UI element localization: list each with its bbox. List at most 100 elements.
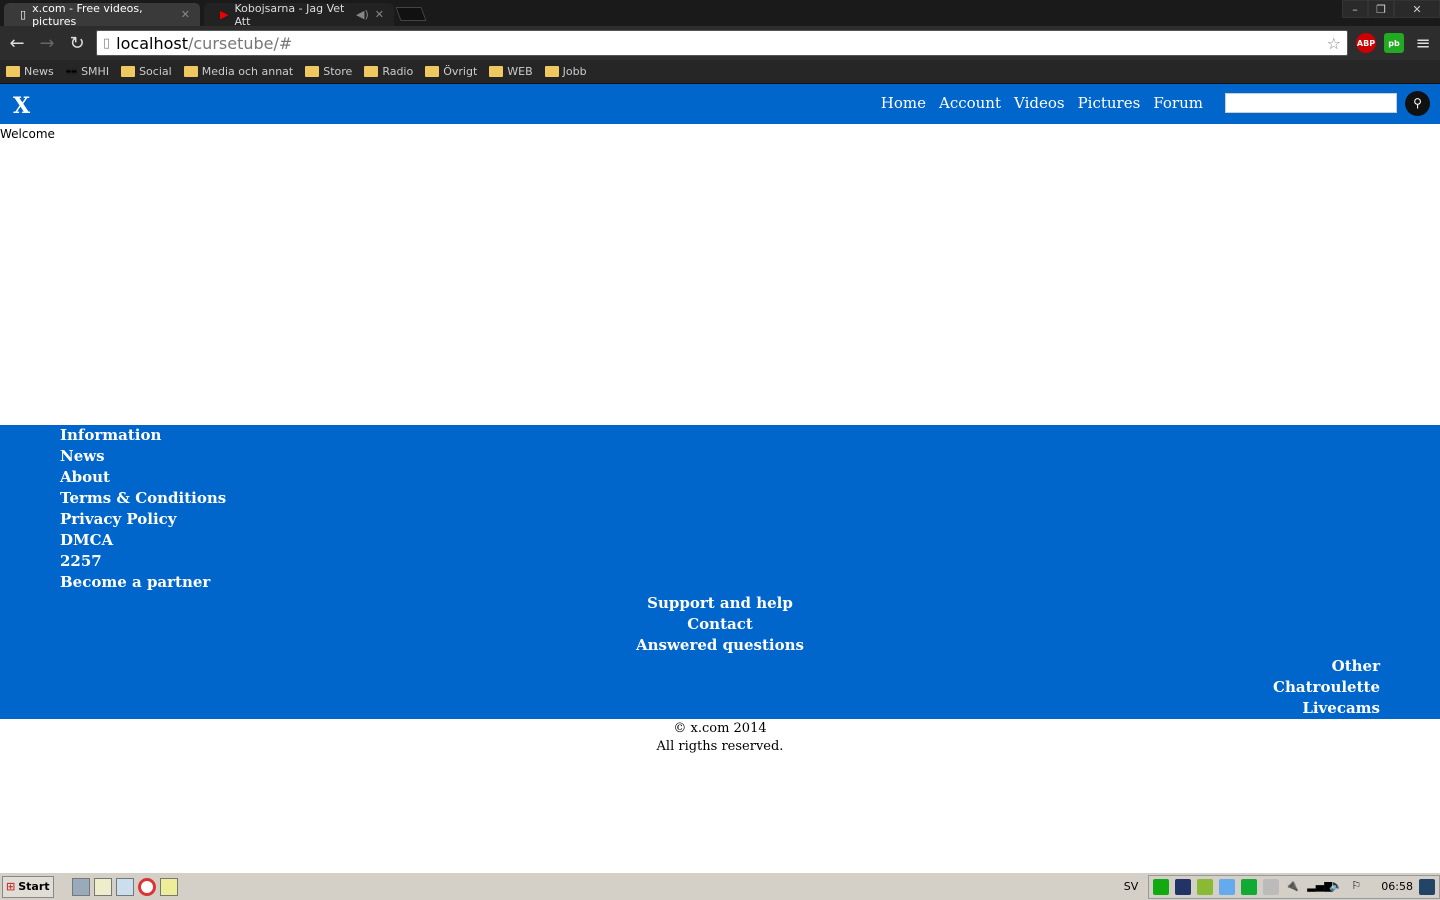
bookmark-radio[interactable]: Radio: [364, 65, 413, 78]
bookmark-label: Media och annat: [201, 65, 294, 78]
site-logo[interactable]: X: [13, 93, 30, 119]
footer-link-contact[interactable]: Contact: [0, 614, 1440, 635]
page-icon: ▯: [103, 35, 111, 51]
star-icon[interactable]: ☆: [1327, 34, 1341, 53]
footer-link-news[interactable]: News: [60, 446, 226, 467]
pb-extension-icon[interactable]: pb: [1384, 33, 1404, 53]
utorrent-icon[interactable]: [1153, 878, 1170, 895]
folder-icon: [6, 66, 20, 77]
close-tab-icon[interactable]: ✕: [375, 8, 384, 21]
bookmark-label: Jobb: [562, 65, 587, 78]
bookmark-social[interactable]: Social: [121, 65, 172, 78]
welcome-text: Welcome: [0, 127, 55, 141]
forward-button[interactable]: →: [36, 33, 58, 54]
footer-link-dmca[interactable]: DMCA: [60, 530, 226, 551]
audio-icon: ◀): [356, 8, 369, 21]
search-icon: ⚲: [1413, 96, 1422, 110]
close-tab-icon[interactable]: ✕: [181, 8, 190, 21]
search-button[interactable]: ⚲: [1405, 91, 1430, 116]
nav-account[interactable]: Account: [939, 94, 1001, 112]
folder-icon: [544, 66, 559, 77]
start-button[interactable]: ⊞ Start: [2, 875, 54, 898]
tab-title: x.com - Free videos, pictures: [32, 1, 143, 28]
bookmark-ovrigt[interactable]: Övrigt: [425, 65, 477, 78]
address-bar[interactable]: ▯ localhost/cursetube/# ☆: [96, 30, 1348, 56]
restore-button[interactable]: ❐: [1368, 0, 1394, 18]
bookmark-label: Radio: [382, 65, 414, 78]
check-icon[interactable]: [1263, 878, 1280, 895]
clock[interactable]: 06:58: [1381, 880, 1413, 893]
youtube-icon: ▶: [220, 8, 229, 21]
volume-icon[interactable]: 🔈: [1329, 879, 1345, 895]
footer-other: Other Chatroulette Livecams: [1273, 656, 1380, 719]
bookmark-jobb[interactable]: Jobb: [544, 65, 587, 78]
footer-link-about[interactable]: About: [60, 467, 226, 488]
copyright-text: © x.com 2014: [673, 721, 767, 736]
security-icon[interactable]: [1197, 878, 1214, 895]
reload-button[interactable]: ↻: [66, 33, 88, 54]
bookmark-smhi[interactable]: ▬▬ SMHI: [65, 65, 110, 78]
minimize-button[interactable]: –: [1342, 0, 1368, 18]
close-window-button[interactable]: ✕: [1394, 0, 1440, 18]
bookmark-label: News: [24, 65, 54, 78]
editor-icon[interactable]: [160, 877, 178, 896]
network-icon[interactable]: ▂▄▆: [1307, 879, 1332, 895]
monitor-icon[interactable]: [1175, 878, 1192, 895]
bookmark-news[interactable]: News: [6, 65, 54, 78]
folder-icon: [121, 66, 136, 77]
folder-icon: [305, 66, 320, 77]
bookmark-media[interactable]: Media och annat: [183, 65, 294, 78]
nav-pictures[interactable]: Pictures: [1078, 94, 1141, 112]
browser-tab[interactable]: ▶ Kobojsarna - Jag Vet Att ◀) ✕: [204, 1, 394, 28]
explorer-icon[interactable]: [94, 877, 112, 896]
nav-videos[interactable]: Videos: [1014, 94, 1065, 112]
folder-icon: [489, 66, 504, 77]
flag-icon[interactable]: ⚐: [1351, 879, 1367, 895]
footer-support: Support and help Contact Answered questi…: [0, 593, 1440, 656]
footer-heading: Support and help: [647, 594, 793, 612]
new-tab-button[interactable]: [395, 7, 427, 21]
main-menu: Home Account Videos Pictures Forum: [881, 94, 1203, 112]
desktop-icon[interactable]: [1419, 878, 1435, 895]
footer-link-chatroulette[interactable]: Chatroulette: [1273, 677, 1380, 698]
smhi-icon: ▬▬: [65, 68, 78, 75]
site-footer: Information News About Terms & Condition…: [0, 425, 1440, 719]
bookmark-web[interactable]: WEB: [489, 65, 533, 78]
back-button[interactable]: ←: [6, 33, 28, 54]
footer-link-2257[interactable]: 2257: [60, 551, 226, 572]
tab-title: Kobojsarna - Jag Vet Att: [234, 1, 345, 28]
footer-link-privacy[interactable]: Privacy Policy: [60, 509, 226, 530]
sync-icon[interactable]: [1241, 878, 1258, 895]
browser-tab-active[interactable]: ▯ x.com - Free videos, pictures ✕: [4, 1, 200, 28]
footer-link-faq[interactable]: Answered questions: [0, 635, 1440, 656]
nav-forum[interactable]: Forum: [1153, 94, 1203, 112]
adblock-icon[interactable]: ABP: [1356, 33, 1376, 53]
footer-link-terms[interactable]: Terms & Conditions: [60, 488, 226, 509]
url-host: localhost: [116, 33, 188, 53]
show-desktop-icon[interactable]: [72, 877, 90, 896]
bookmark-store[interactable]: Store: [305, 65, 352, 78]
bookmark-label: Övrigt: [443, 65, 478, 78]
bookmark-label: Social: [139, 65, 172, 78]
nav-home[interactable]: Home: [881, 94, 926, 112]
folder-icon: [364, 66, 379, 77]
bookmark-label: Store: [323, 65, 353, 78]
bookmark-label: SMHI: [81, 65, 110, 78]
power-icon[interactable]: 🔌: [1285, 879, 1301, 895]
footer-heading: Other: [1331, 657, 1380, 675]
menu-icon[interactable]: ≡: [1412, 33, 1434, 54]
windows-logo-icon: ⊞: [6, 880, 16, 893]
footer-link-livecams[interactable]: Livecams: [1273, 698, 1380, 719]
bookmark-label: WEB: [507, 65, 533, 78]
windows-update-icon[interactable]: [1219, 878, 1236, 895]
copyright: © x.com 2014 All rigths reserved.: [0, 720, 1440, 756]
folder-icon: [183, 66, 198, 77]
notepad-icon[interactable]: [116, 877, 134, 896]
site-header: X Home Account Videos Pictures Forum: [0, 84, 1440, 124]
language-indicator[interactable]: SV: [1124, 880, 1139, 893]
chrome-icon[interactable]: [138, 877, 156, 896]
browser-tab-strip: ▯ x.com - Free videos, pictures ✕ ▶ Kobojsa…: [0, 0, 1440, 28]
footer-link-partner[interactable]: Become a partner: [60, 572, 226, 593]
system-tray: 🔌 ▂▄▆ 🔈 ⚐ 06:58: [1148, 874, 1440, 899]
search-input[interactable]: [1225, 93, 1397, 113]
